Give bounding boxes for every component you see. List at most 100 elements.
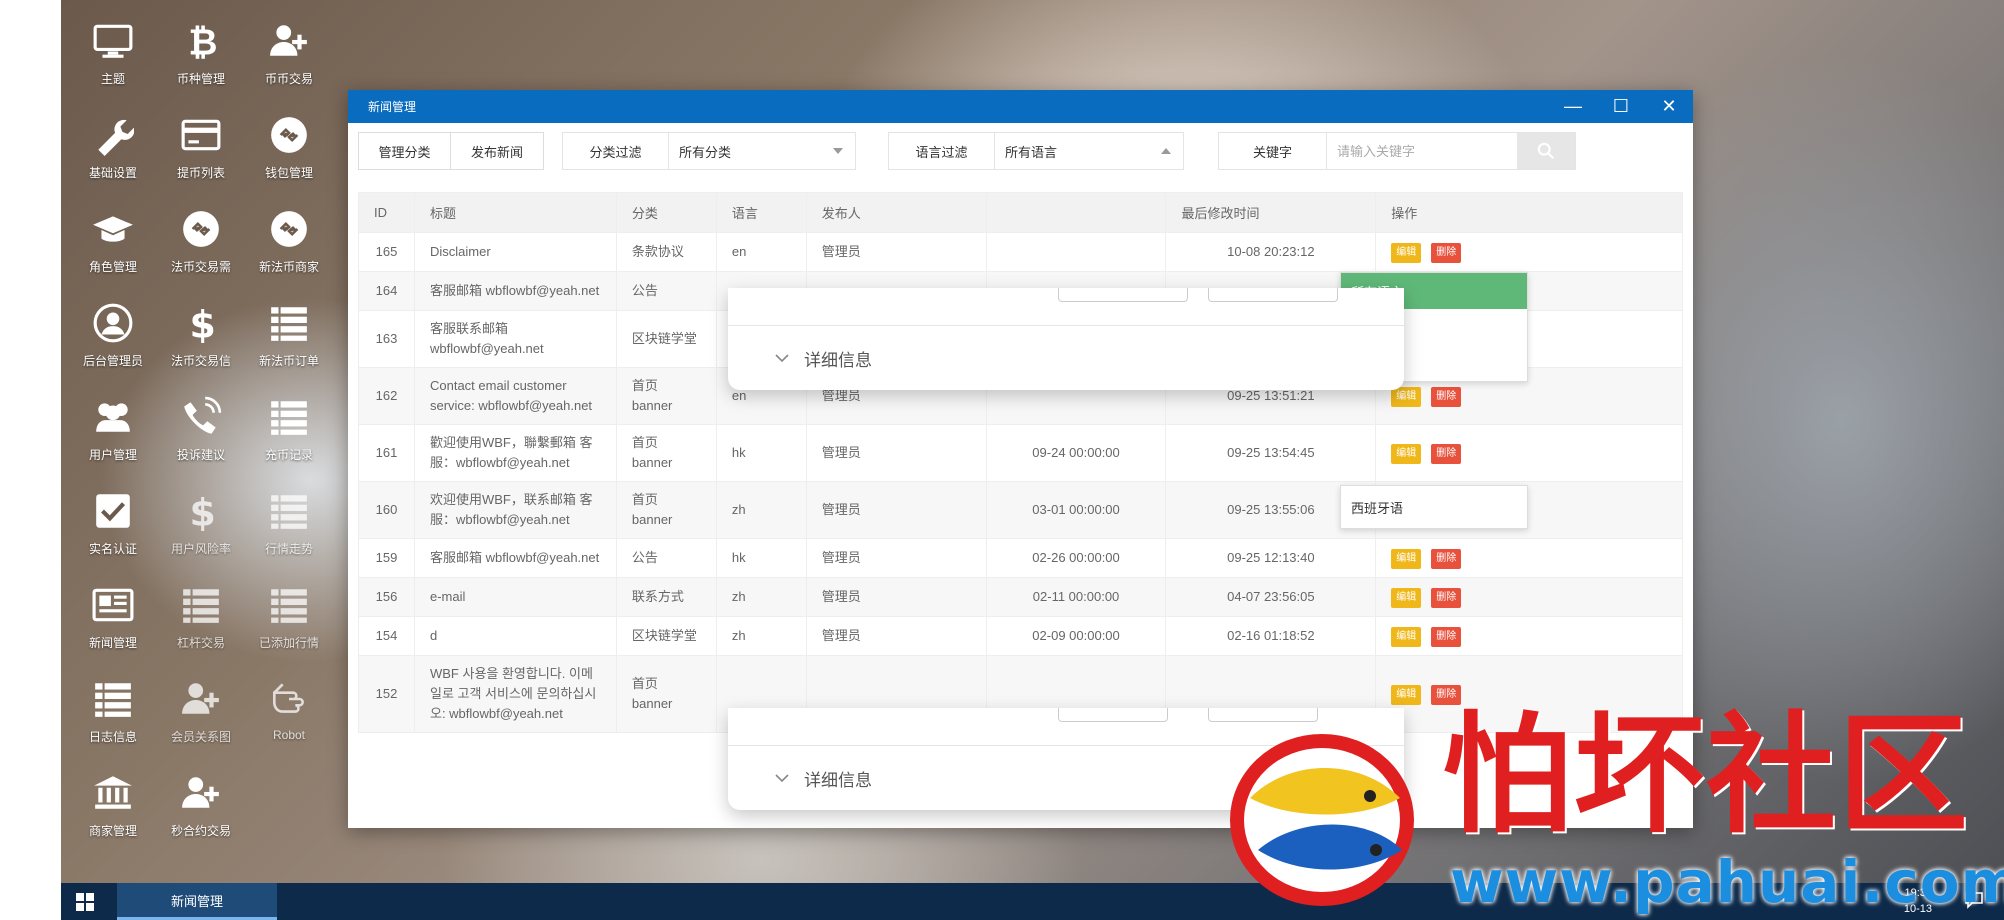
add-user-icon [178,770,224,816]
details-ghost-button[interactable] [1058,708,1168,722]
desktop-icon-label: 实名认证 [88,542,137,556]
action-tabs: 管理分类 发布新闻 [358,132,544,170]
edit-button[interactable]: 编辑 [1391,243,1422,263]
cell-author: 管理员 [805,538,987,578]
column-header-title[interactable]: 标题 [413,192,617,233]
column-header-modified[interactable]: 最后修改时间 [1165,192,1377,233]
desktop-icon-robot[interactable]: Robot [245,662,333,754]
cell-title: 客服邮箱 wbflowbf@yeah.net [413,538,617,578]
chevron-up-icon [1161,148,1171,154]
language-filter-select[interactable]: 所有语言 [995,133,1183,169]
desktop-icon-withdraw-list[interactable]: 提币列表 [157,98,245,190]
table-row[interactable]: 165 Disclaimer 条款协议 en 管理员 10-08 20:23:12 编辑 删除 [358,232,1683,272]
publish-news-button[interactable]: 发布新闻 [451,133,543,169]
delete-button[interactable]: 删除 [1431,627,1462,647]
cell-id: 156 [358,577,415,617]
cell-modified: 09-25 12:13:40 [1165,538,1377,578]
desktop-icon-new-fiat-merchant[interactable]: 新法币商家 [245,192,333,284]
delete-button[interactable]: 删除 [1431,243,1462,263]
delete-button[interactable]: 删除 [1431,588,1462,608]
edit-button[interactable]: 编辑 [1391,588,1422,608]
cell-id: 161 [358,424,415,482]
cell-title: WBF 사용을 환영합니다. 이메일로 고객 서비스에 문의하십시오: wbfl… [413,655,617,733]
details-expand-row[interactable]: 详细信息 [728,326,1404,390]
cell-title: 客服邮箱 wbflowbf@yeah.net [413,271,617,311]
desktop-icon-added-markets[interactable]: 已添加行情 [245,568,333,660]
notification-button[interactable] [1964,891,1986,911]
edit-button[interactable]: 编辑 [1391,685,1422,705]
column-header-actions: 操作 [1375,192,1683,233]
desktop-icon-label: 基础设置 [88,166,137,180]
delete-button[interactable]: 删除 [1431,387,1462,407]
table-row[interactable]: 159 客服邮箱 wbflowbf@yeah.net 公告 hk 管理员 02-26 00… [358,538,1683,578]
edit-button[interactable]: 编辑 [1391,444,1422,464]
desktop-icon-users[interactable]: 用户管理 [69,380,157,472]
cell-author: 管理员 [805,481,987,539]
cell-id: 165 [358,232,415,272]
desktop-icon-fiat-demand[interactable]: 法币交易需 [157,192,245,284]
cell-language: hk [715,424,807,482]
category-filter-label: 分类过滤 [563,133,669,169]
desktop-icon-basic-settings[interactable]: 基础设置 [69,98,157,190]
details-ghost-button[interactable] [1058,288,1188,302]
keyword-input[interactable] [1327,133,1517,169]
taskbar: 新闻管理 19:38 10-13 [61,883,2004,920]
language-option-es[interactable]: 西班牙语 [1340,485,1528,529]
table-row[interactable]: 161 歡迎使用WBF，聯繫郵箱 客服：wbflowbf@yeah.net 首页 b… [358,424,1683,482]
manage-category-button[interactable]: 管理分类 [359,133,451,169]
desktop-icon-leverage-trade[interactable]: 杠杆交易 [157,568,245,660]
window-titlebar[interactable]: 新闻管理 — ☐ ✕ [348,90,1693,123]
column-header-publish-time[interactable] [985,192,1167,233]
details-ghost-button[interactable] [1208,708,1318,722]
desktop-icon-label: 行情走势 [264,542,313,556]
clock-date: 10-13 [1903,903,1932,915]
delete-button[interactable]: 删除 [1431,444,1462,464]
column-header-author[interactable]: 发布人 [805,192,987,233]
search-button[interactable] [1517,133,1575,169]
desktop-icon-member-graph[interactable]: 会员关系图 [157,662,245,754]
column-header-id[interactable]: ID [358,192,415,233]
table-row[interactable]: 156 e-mail 联系方式 zh 管理员 02-11 00:00:00 04-07 23… [358,577,1683,617]
edit-button[interactable]: 编辑 [1391,387,1422,407]
desktop-icon-kyc[interactable]: 实名认证 [69,474,157,566]
details-expand-row[interactable]: 详细信息 [728,746,1404,810]
close-button[interactable]: ✕ [1645,90,1693,123]
details-ghost-button[interactable] [1208,288,1338,302]
desktop-icon-complaints[interactable]: 投诉建议 [157,380,245,472]
desktop-icon-roles[interactable]: 角色管理 [69,192,157,284]
desktop-icon-market-trend[interactable]: 行情走势 [245,474,333,566]
edit-button[interactable]: 编辑 [1391,549,1422,569]
desktop-icon-logs[interactable]: 日志信息 [69,662,157,754]
desktop-icon-coin-trade[interactable]: 币币交易 [245,4,333,96]
cell-category: 公告 [615,271,717,311]
column-header-language[interactable]: 语言 [715,192,807,233]
desktop-icon-news[interactable]: 新闻管理 [69,568,157,660]
desktop-icon-theme[interactable]: 主题 [69,4,157,96]
taskbar-item-news[interactable]: 新闻管理 [117,883,277,920]
desktop-icon-currency[interactable]: ₿ 币种管理 [157,4,245,96]
column-header-category[interactable]: 分类 [615,192,717,233]
delete-button[interactable]: 删除 [1431,549,1462,569]
bank-icon [90,770,136,816]
desktop-icon-user-risk[interactable]: $ 用户风险率 [157,474,245,566]
desktop-icon-deposit-records[interactable]: 充币记录 [245,380,333,472]
desktop-icon-new-fiat-orders[interactable]: 新法币订单 [245,286,333,378]
edit-button[interactable]: 编辑 [1391,627,1422,647]
desktop-icon-fiat-info[interactable]: $ 法币交易信 [157,286,245,378]
desktop-icon-wallet[interactable]: 钱包管理 [245,98,333,190]
delete-button[interactable]: 删除 [1431,685,1462,705]
desktop-icon-second-contract[interactable]: 秒合约交易 [157,756,245,848]
minimize-button[interactable]: — [1549,90,1597,123]
start-button[interactable] [61,883,109,920]
desktop-icon-merchants[interactable]: 商家管理 [69,756,157,848]
desktop-icon-admins[interactable]: 后台管理员 [69,286,157,378]
category-filter-select[interactable]: 所有分类 [669,133,855,169]
maximize-button[interactable]: ☐ [1597,90,1645,123]
table-row[interactable]: 154 d 区块链学堂 zh 管理员 02-09 00:00:00 02-16 01:18:… [358,616,1683,656]
cell-modified: 09-25 13:54:45 [1165,424,1377,482]
users-icon [90,394,136,440]
cell-id: 164 [358,271,415,311]
list-icon [178,582,224,628]
svg-text:₿: ₿ [188,23,217,62]
system-clock[interactable]: 19:38 10-13 [1904,885,1932,917]
